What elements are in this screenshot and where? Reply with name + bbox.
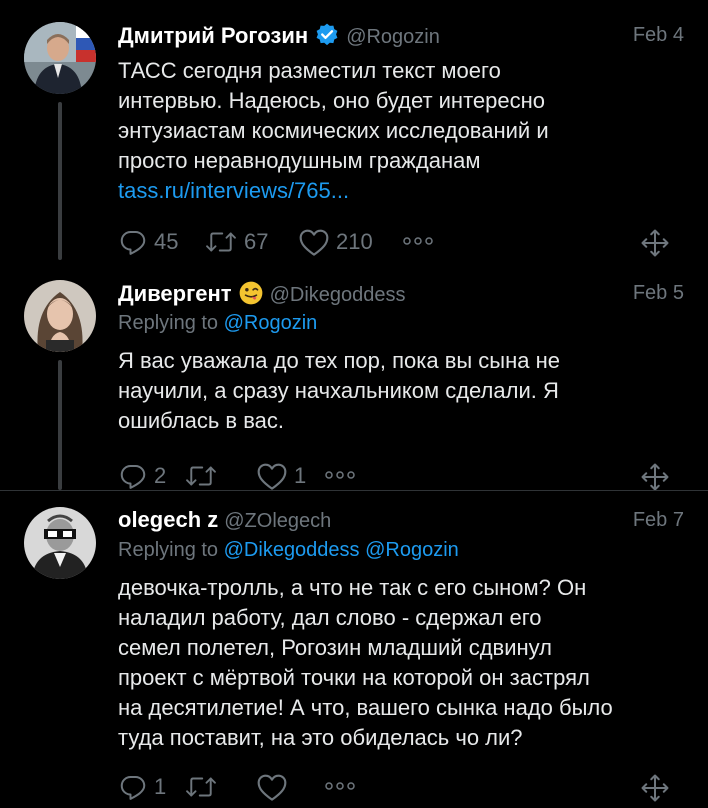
retweet-icon xyxy=(184,772,218,802)
tweet-text: Я вас уважала до тех пор, пока вы сына н… xyxy=(118,346,684,436)
like-button[interactable]: 210 xyxy=(298,224,373,260)
reply-button[interactable]: 2 xyxy=(118,458,166,494)
share-button[interactable] xyxy=(640,773,670,808)
text-line: туда поставит, на это обиделась чо ли? xyxy=(118,725,523,750)
text-line: наладил работу, дал слово - сдержал его xyxy=(118,605,542,630)
retweet-button[interactable]: 67 xyxy=(204,224,268,260)
more-icon xyxy=(324,468,356,485)
reply-count: 45 xyxy=(154,229,179,254)
reply-icon xyxy=(118,772,148,802)
text-line: на десятилетие! А что, вашего сынка надо… xyxy=(118,695,613,720)
handle[interactable]: @ZOlegech xyxy=(224,510,331,532)
display-name[interactable]: olegech z xyxy=(118,507,218,532)
reply-icon xyxy=(118,461,148,491)
heart-icon xyxy=(298,227,330,257)
replying-to-label: Replying to xyxy=(118,539,219,561)
avatar[interactable] xyxy=(24,22,96,94)
tweet-header: olegech z @ZOlegech Feb 7 xyxy=(118,507,684,537)
avatar[interactable] xyxy=(24,280,96,352)
share-button[interactable] xyxy=(640,462,670,497)
tweet-header: Дмитрий Рогозин @Rogozin Feb 4 xyxy=(118,22,684,52)
timeline: Дмитрий Рогозин @Rogozin Feb 4 ТАСС сегод… xyxy=(0,0,708,806)
handle[interactable]: @Dikegoddess xyxy=(270,284,406,306)
text-line: семел полетел, Рогозин младший сдвинул xyxy=(118,635,553,660)
text-line: Я вас уважала до тех пор, пока вы сына н… xyxy=(118,348,560,373)
retweet-icon xyxy=(204,227,238,257)
more-button[interactable] xyxy=(402,234,434,252)
tweet-text: девочка-тролль, а что не так с его сыном… xyxy=(118,573,684,753)
action-bar: 2 1 xyxy=(118,458,684,494)
replying-to: Replying to @Rogozin xyxy=(118,312,684,342)
share-icon xyxy=(640,229,670,262)
reply-button[interactable]: 1 xyxy=(118,769,166,805)
tweet-link[interactable]: tass.ru/interviews/765... xyxy=(118,176,684,206)
mention-link[interactable]: @Rogozin xyxy=(365,539,459,561)
timestamp[interactable]: Feb 4 xyxy=(633,24,684,47)
thread-line xyxy=(58,102,62,260)
text-line: ошиблась в вас. xyxy=(118,408,285,433)
timestamp[interactable]: Feb 7 xyxy=(633,509,684,532)
reply-count: 2 xyxy=(154,463,167,488)
tweet-text: ТАСС сегодня разместил текст моего интер… xyxy=(118,56,684,206)
more-button[interactable] xyxy=(324,468,356,486)
display-name[interactable]: Дивергент xyxy=(118,281,232,306)
heart-icon xyxy=(256,772,288,802)
more-icon xyxy=(402,234,434,251)
share-button[interactable] xyxy=(640,228,670,263)
reply-icon xyxy=(118,227,148,257)
retweet-button[interactable] xyxy=(184,458,224,494)
tweet-header: Дивергент @Dikegoddess Feb 5 xyxy=(118,280,684,310)
text-line: научили, а сразу начхальником сделали. Я xyxy=(118,378,559,403)
like-count: 210 xyxy=(336,229,373,254)
handle[interactable]: @Rogozin xyxy=(346,26,440,48)
text-line: проект с мёртвой точки на которой он зас… xyxy=(118,665,590,690)
tweet-content: Дивергент @Dikegoddess Feb 5 Replying to … xyxy=(118,280,684,494)
text-line: ТАСС сегодня разместил текст моего xyxy=(118,58,501,83)
text-line: просто неравнодушным гражданам xyxy=(118,148,481,173)
share-icon xyxy=(640,774,670,807)
more-button[interactable] xyxy=(324,779,356,797)
reply-button[interactable]: 45 xyxy=(118,224,178,260)
thread-line xyxy=(58,360,62,490)
retweet-count: 67 xyxy=(244,229,269,254)
text-line: энтузиастам космических исследований и xyxy=(118,118,549,143)
tweet-content: Дмитрий Рогозин @Rogozin Feb 4 ТАСС сегод… xyxy=(118,22,684,260)
text-line: девочка-тролль, а что не так с его сыном… xyxy=(118,575,587,600)
share-icon xyxy=(640,463,670,496)
replying-to: Replying to @Dikegoddess @Rogozin xyxy=(118,539,684,569)
separator xyxy=(0,490,708,491)
reply-count: 1 xyxy=(154,774,167,799)
winking-face-with-tongue-icon xyxy=(238,280,264,306)
mention-link[interactable]: @Dikegoddess xyxy=(224,539,360,561)
more-icon xyxy=(324,779,356,796)
display-name[interactable]: Дмитрий Рогозин xyxy=(118,23,308,48)
like-button[interactable] xyxy=(256,769,294,805)
retweet-button[interactable] xyxy=(184,769,224,805)
verified-badge-icon xyxy=(314,22,340,48)
replying-to-label: Replying to xyxy=(118,312,219,334)
action-bar: 1 xyxy=(118,769,684,805)
action-bar: 45 67 210 xyxy=(118,224,684,260)
avatar[interactable] xyxy=(24,507,96,579)
tweet-content: olegech z @ZOlegech Feb 7 Replying to @Di… xyxy=(118,507,684,805)
heart-icon xyxy=(256,461,288,491)
like-button[interactable]: 1 xyxy=(256,458,306,494)
timestamp[interactable]: Feb 5 xyxy=(633,282,684,305)
like-count: 1 xyxy=(294,463,307,488)
text-line: интервью. Надеюсь, оно будет интересно xyxy=(118,88,546,113)
retweet-icon xyxy=(184,461,218,491)
mention-link[interactable]: @Rogozin xyxy=(224,312,318,334)
